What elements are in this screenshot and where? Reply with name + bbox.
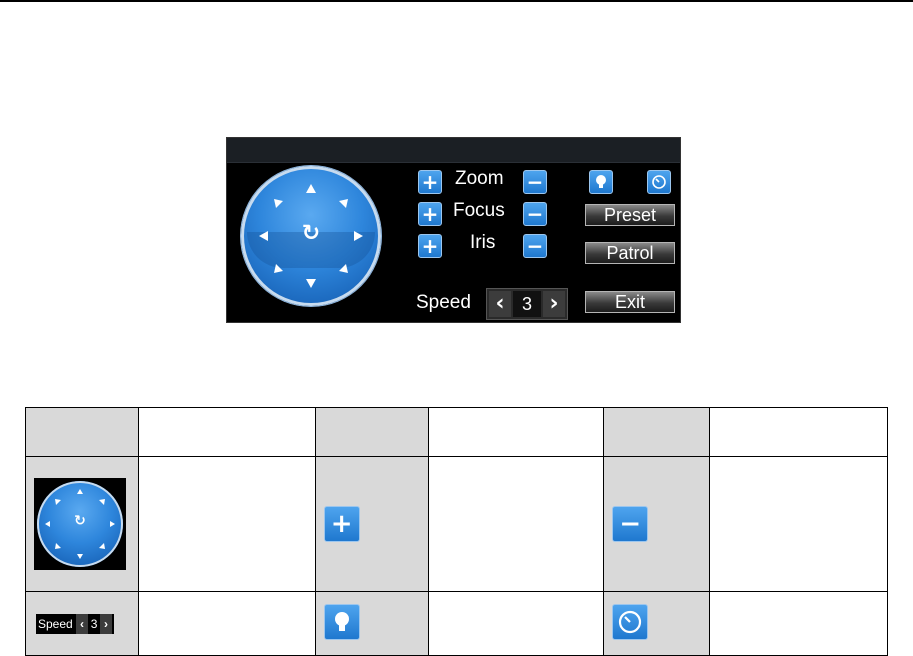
iris-open-button[interactable]: +	[418, 234, 442, 258]
speed-decrease-button[interactable]: ‹	[489, 291, 511, 317]
speed-increase-button[interactable]: ›	[543, 291, 565, 317]
plus-icon: +	[323, 506, 360, 542]
arrow-up-left-icon[interactable]	[274, 199, 283, 208]
gauge-icon	[612, 603, 649, 640]
header-cell	[603, 407, 711, 457]
minus-icon: −	[612, 506, 649, 542]
header-cell	[137, 407, 316, 457]
arrow-right-icon[interactable]	[354, 231, 363, 241]
description-cell	[427, 591, 605, 656]
focus-near-button[interactable]: +	[418, 202, 442, 226]
light-button[interactable]	[589, 170, 613, 194]
description-cell	[709, 591, 888, 656]
mini-next-icon: ›	[100, 613, 113, 634]
zoom-label: Zoom	[455, 168, 504, 189]
description-cell	[137, 456, 316, 592]
zoom-in-button[interactable]: +	[418, 170, 442, 194]
icon-cell: −	[603, 456, 711, 592]
speed-label: Speed	[416, 292, 471, 313]
description-cell	[427, 456, 605, 592]
zoom-out-button[interactable]: −	[523, 170, 547, 194]
wiper-button[interactable]	[647, 170, 671, 194]
arrow-left-icon[interactable]	[259, 231, 268, 241]
mini-rotate-icon: ↻	[74, 513, 86, 529]
header-cell	[25, 407, 139, 457]
light-bulb-icon	[323, 603, 360, 640]
iris-label: Iris	[470, 232, 496, 253]
iris-close-button[interactable]: −	[523, 234, 547, 258]
mini-speed-value: 3	[90, 616, 98, 631]
exit-button[interactable]: Exit	[585, 291, 675, 313]
icon-cell: ↻	[25, 456, 139, 592]
ptz-control-panel: ↻ + Zoom − + Focus − + Iris − Preset Pat…	[226, 137, 681, 323]
arrow-up-icon[interactable]	[306, 184, 316, 193]
icon-cell	[603, 591, 711, 656]
header-cell	[314, 407, 429, 457]
top-rule	[0, 0, 913, 2]
auto-rotate-icon[interactable]: ↻	[299, 222, 323, 246]
preset-button[interactable]: Preset	[585, 204, 675, 226]
table-header-row	[25, 407, 888, 457]
gauge-icon	[652, 175, 666, 189]
arrow-up-right-icon[interactable]	[339, 199, 348, 208]
icon-cell: Speed ‹ 3 ›	[25, 591, 139, 656]
speed-selector: ‹ 3 ›	[486, 288, 568, 320]
direction-pad-thumbnail: ↻	[34, 478, 126, 570]
arrow-down-left-icon[interactable]	[274, 264, 283, 273]
table-row: ↻ + −	[25, 456, 888, 592]
legend-table: ↻ + − Speed ‹ 3 ›	[25, 407, 888, 656]
focus-label: Focus	[453, 200, 505, 221]
speed-thumbnail: Speed ‹ 3 ›	[36, 613, 115, 634]
icon-cell: +	[314, 456, 429, 592]
panel-title-bar	[227, 138, 680, 163]
mini-prev-icon: ‹	[76, 613, 89, 634]
table-row: Speed ‹ 3 ›	[25, 591, 888, 656]
header-cell	[427, 407, 605, 457]
header-cell	[709, 407, 888, 457]
description-cell	[137, 591, 316, 656]
patrol-button[interactable]: Patrol	[585, 242, 675, 264]
mini-speed-label: Speed	[38, 616, 73, 631]
focus-far-button[interactable]: −	[523, 202, 547, 226]
direction-pad[interactable]: ↻	[241, 166, 381, 306]
icon-cell	[314, 591, 429, 656]
arrow-down-icon[interactable]	[306, 279, 316, 288]
description-cell	[709, 456, 888, 592]
light-bulb-icon	[596, 175, 606, 188]
speed-value: 3	[513, 291, 541, 317]
arrow-down-right-icon[interactable]	[339, 264, 348, 273]
